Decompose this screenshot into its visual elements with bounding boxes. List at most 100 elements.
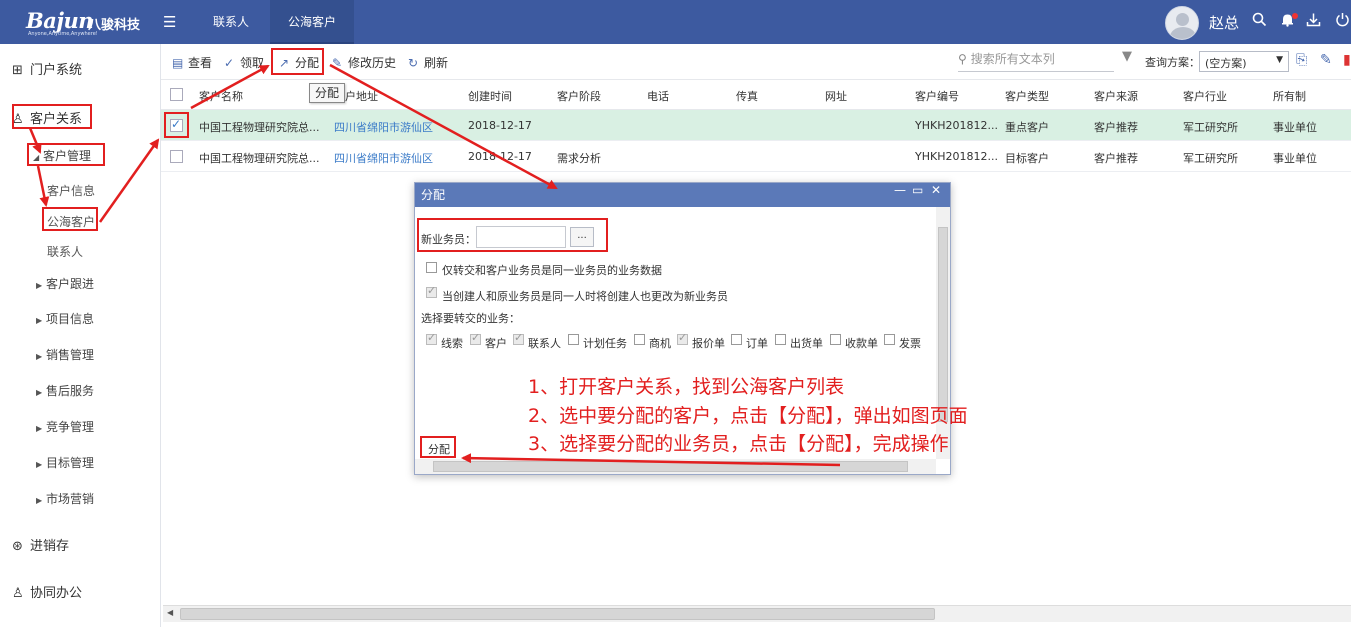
biz-label-contact: 联系人 [528, 337, 561, 350]
table-row[interactable]: 中国工程物理研究院总... 四川省绵阳市游仙区 2018-12-17 YHKH2… [161, 110, 1351, 141]
sidebar-item-projects[interactable]: ▶ 项目信息 [36, 310, 94, 327]
horizontal-scrollbar[interactable]: ◀ [163, 605, 1351, 622]
sidebar-item-after-sales[interactable]: ▶ 售后服务 [36, 382, 94, 399]
refresh-button[interactable]: ↻ 刷新 [408, 54, 448, 71]
salesman-picker-button[interactable]: ... [570, 227, 594, 247]
row-checkbox[interactable] [170, 117, 183, 132]
claim-button[interactable]: ✓ 领取 [224, 54, 264, 71]
sidebar-item-customer-info[interactable]: 客户信息 [47, 182, 95, 199]
option1-label: 仅转交和客户业务员是同一业务员的业务数据 [442, 264, 662, 277]
assign-submit-button[interactable]: 分配 [423, 441, 455, 459]
download-icon[interactable] [1304, 12, 1322, 31]
search-icon[interactable] [1250, 12, 1268, 31]
biz-label-opportunity: 商机 [649, 337, 671, 350]
biz-label-clue: 线索 [441, 337, 463, 350]
col-created[interactable]: 创建时间 [468, 88, 512, 104]
option2-checkbox[interactable] [426, 284, 437, 298]
sidebar-item-sales[interactable]: ▶ 销售管理 [36, 346, 94, 363]
edit-icon[interactable]: ✎ [1320, 52, 1332, 68]
cell-industry: 军工研究所 [1183, 152, 1238, 165]
biz-checkbox-task[interactable] [568, 334, 579, 345]
new-salesman-input[interactable] [476, 226, 566, 248]
col-fax[interactable]: 传真 [736, 88, 758, 104]
sidebar-item-inventory[interactable]: ⊛ 进销存 [12, 535, 69, 554]
scroll-thumb[interactable] [180, 608, 935, 620]
cell-created: 2018-12-17 [468, 119, 532, 132]
col-stage[interactable]: 客户阶段 [557, 88, 601, 104]
col-name[interactable]: 客户名称 [199, 88, 243, 104]
col-type[interactable]: 客户类型 [1005, 88, 1049, 104]
select-all-checkbox[interactable] [170, 88, 183, 101]
new-salesman-label: 新业务员： [421, 233, 476, 246]
col-ownership[interactable]: 所有制 [1273, 88, 1306, 104]
grid-icon: ⊞ [12, 63, 23, 78]
triangle-right-icon: ▶ [36, 424, 43, 433]
sidebar-item-contacts[interactable]: 联系人 [47, 243, 83, 260]
sidebar-item-portal[interactable]: ⊞ 门户系统 [12, 59, 82, 78]
business-label: 选择要转交的业务： [421, 312, 520, 325]
biz-checkbox-invoice[interactable] [884, 334, 895, 345]
cell-created: 2018-12-17 [468, 150, 532, 163]
biz-checkbox-receipt[interactable] [830, 334, 841, 345]
assign-button[interactable]: ↗ 分配 [279, 54, 319, 71]
table-row[interactable]: 中国工程物理研究院总... 四川省绵阳市游仙区 2018-12-17 需求分析 … [161, 141, 1351, 172]
triangle-down-icon: ◢ [33, 153, 40, 162]
tab-public-customers[interactable]: 公海客户 [270, 0, 354, 44]
scroll-thumb[interactable] [938, 227, 948, 422]
top-header: Bajun 八骏科技 Anyone,Anytime,Anywhere! ☰ 联系… [0, 0, 1351, 44]
col-website[interactable]: 网址 [825, 88, 847, 104]
maximize-icon[interactable]: ▭ [912, 183, 923, 197]
power-icon[interactable] [1333, 12, 1351, 31]
history-button[interactable]: ✎ 修改历史 [332, 54, 396, 71]
biz-checkbox-order[interactable] [731, 334, 742, 345]
scheme-select[interactable]: (空方案) ▼ [1199, 51, 1289, 72]
cell-source: 客户推荐 [1094, 121, 1138, 134]
cell-ownership: 事业单位 [1273, 121, 1317, 134]
col-phone[interactable]: 电话 [647, 88, 669, 104]
biz-checkbox-clue[interactable] [426, 331, 437, 345]
close-icon[interactable]: ✕ [931, 183, 941, 197]
annotation-step-2: 2、选中要分配的客户，点击【分配】，弹出如图页面 [528, 405, 968, 427]
biz-checkbox-customer[interactable] [470, 331, 481, 345]
tab-contacts[interactable]: 联系人 [192, 0, 270, 44]
biz-checkbox-opportunity[interactable] [634, 334, 645, 345]
sidebar-item-office[interactable]: ♙ 协同办公 [12, 582, 82, 601]
col-industry[interactable]: 客户行业 [1183, 88, 1227, 104]
hamburger-icon[interactable]: ☰ [163, 13, 176, 31]
triangle-right-icon: ▶ [36, 460, 43, 469]
avatar[interactable] [1165, 6, 1199, 40]
sidebar-item-marketing[interactable]: ▶ 市场营销 [36, 490, 94, 507]
scroll-left-icon[interactable]: ◀ [167, 608, 173, 617]
biz-checkbox-quote[interactable] [677, 331, 688, 345]
sidebar-item-follow-up[interactable]: ▶ 客户跟进 [36, 275, 94, 292]
cell-address[interactable]: 四川省绵阳市游仙区 [334, 150, 433, 166]
logo-text: Bajun [26, 8, 94, 33]
username[interactable]: 赵总 [1209, 12, 1239, 33]
dialog-horizontal-scrollbar[interactable] [415, 459, 936, 474]
edit-icon: ✎ [332, 56, 343, 70]
dialog-title: 分配 [415, 183, 950, 207]
cell-address[interactable]: 四川省绵阳市游仙区 [334, 119, 433, 135]
row-checkbox[interactable] [170, 150, 183, 163]
sidebar-item-customer-mgmt[interactable]: ◢ 客户管理 [33, 147, 91, 164]
biz-checkbox-shipment[interactable] [775, 334, 786, 345]
view-button[interactable]: ▤ 查看 [172, 54, 212, 71]
delete-icon[interactable]: ▮ [1343, 52, 1351, 68]
col-code[interactable]: 客户编号 [915, 88, 959, 104]
minimize-icon[interactable]: — [894, 183, 906, 197]
option1-checkbox[interactable] [426, 262, 437, 273]
sidebar-item-targets[interactable]: ▶ 目标管理 [36, 454, 94, 471]
sidebar-item-public-customers[interactable]: 公海客户 [47, 213, 95, 230]
cell-name: 中国工程物理研究院总... [199, 121, 320, 134]
col-source[interactable]: 客户来源 [1094, 88, 1138, 104]
biz-label-shipment: 出货单 [790, 337, 823, 350]
export-icon[interactable]: ⎘ [1296, 52, 1307, 68]
sidebar-item-crm[interactable]: ♙ 客户关系 [12, 108, 82, 127]
sidebar-item-competition[interactable]: ▶ 竞争管理 [36, 418, 94, 435]
biz-checkbox-contact[interactable] [513, 331, 524, 345]
person-icon: ♙ [12, 586, 24, 601]
search-input[interactable]: ⚲ 搜索所有文本列 [958, 50, 1114, 72]
option2-label: 当创建人和原业务员是同一人时将创建人也更改为新业务员 [442, 290, 728, 303]
scroll-thumb[interactable] [433, 461, 908, 472]
filter-icon[interactable]: ▼ [1122, 49, 1132, 64]
